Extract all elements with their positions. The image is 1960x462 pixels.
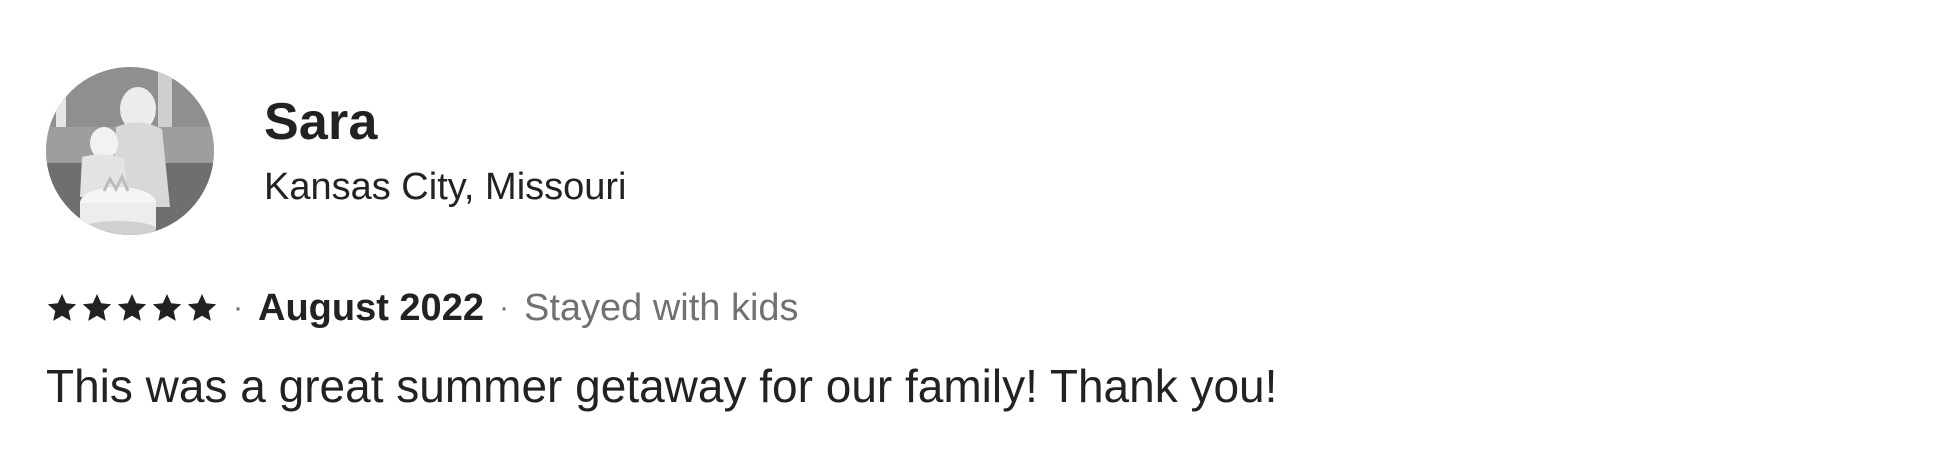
reviewer-avatar[interactable] [46, 67, 214, 235]
reviewer-location: Kansas City, Missouri [264, 166, 627, 208]
reviewer-identity: Sara Kansas City, Missouri [264, 90, 627, 212]
review-card: Sara Kansas City, Missouri · August 2022… [46, 67, 1906, 415]
review-date: August 2022 [258, 286, 484, 329]
review-meta: · August 2022 · Stayed with kids [46, 283, 1906, 333]
review-text: This was a great summer getaway for our … [46, 360, 1278, 412]
star-icon [82, 294, 112, 321]
meta-separator: · [233, 291, 243, 324]
trip-type: Stayed with kids [523, 286, 799, 329]
star-icon [152, 294, 182, 321]
star-icon [187, 294, 217, 321]
star-icon [117, 294, 147, 321]
avatar-photo-icon [46, 67, 214, 235]
star-rating [46, 292, 218, 324]
meta-separator: · [498, 291, 509, 324]
star-icon [47, 294, 77, 321]
reviewer-name: Sara [264, 93, 378, 151]
reviewer-header: Sara Kansas City, Missouri [46, 67, 1906, 235]
